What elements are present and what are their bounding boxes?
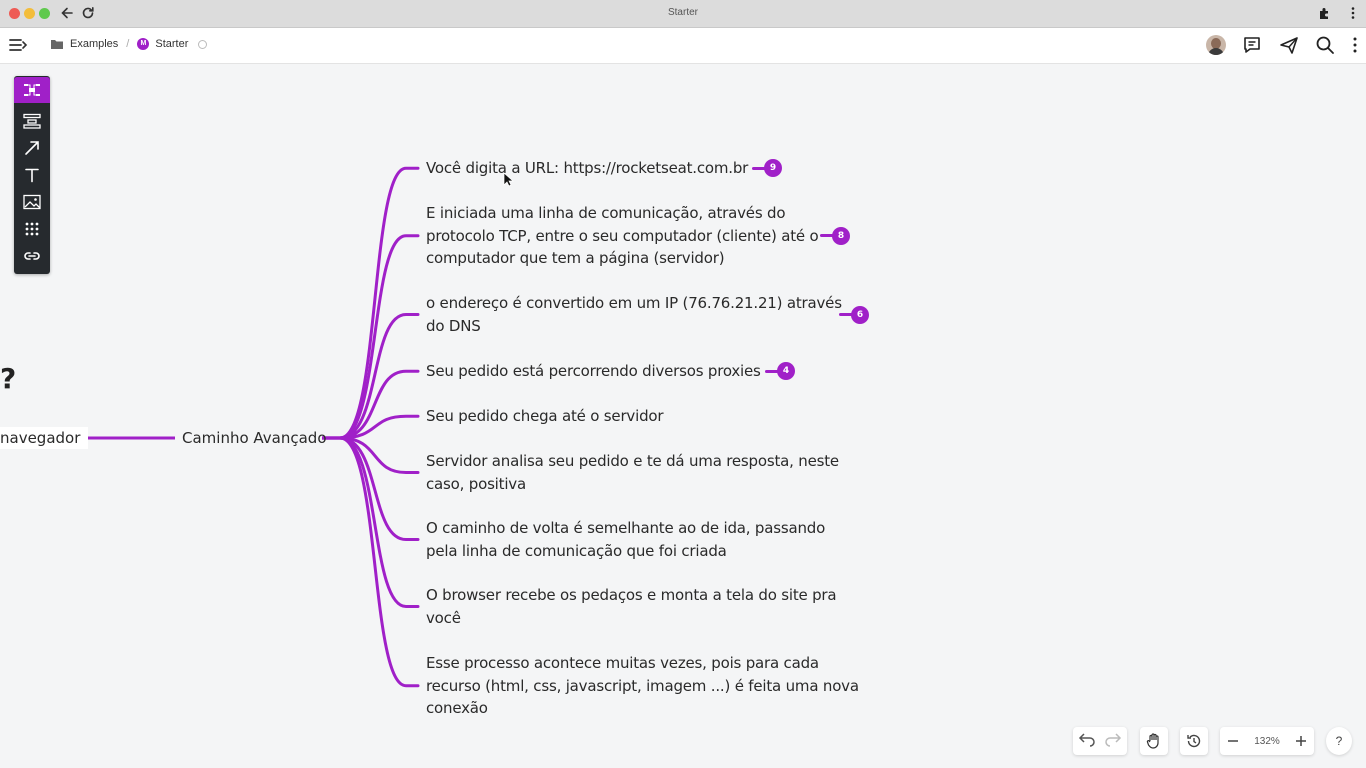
mindmap-connector xyxy=(338,436,420,608)
collapsed-count-badge[interactable]: 8 xyxy=(832,226,850,245)
center-node[interactable]: Caminho Avançado xyxy=(182,427,327,449)
left-node[interactable]: navegador xyxy=(0,427,89,449)
mindmap-child-node[interactable]: O browser recebe os pedaços e monta a te… xyxy=(426,584,837,629)
node-text-line: Seu pedido chega até o servidor xyxy=(426,407,664,425)
undo-icon[interactable] xyxy=(1076,731,1100,751)
node-text-line: do DNS xyxy=(426,316,481,335)
history-button[interactable] xyxy=(1180,727,1208,755)
node-text-line: O caminho de volta é semelhante ao de id… xyxy=(426,519,826,537)
mindmap-child-node[interactable]: O caminho de volta é semelhante ao de id… xyxy=(426,517,825,562)
node-text-line: caso, positiva xyxy=(426,474,526,493)
zoom-level[interactable]: 132% xyxy=(1254,736,1280,747)
zoom-in-icon[interactable] xyxy=(1294,734,1308,748)
node-text-line: recurso (html, css, javascript, imagem .… xyxy=(426,676,859,695)
node-text-line: Você digita a URL: https://rocketseat.co… xyxy=(426,159,749,177)
mindmap-child-node[interactable]: Seu pedido está percorrendo diversos pro… xyxy=(426,360,761,383)
zoom-controls: 132% xyxy=(1220,727,1314,755)
node-text-line: protocolo TCP, entre o seu computador (c… xyxy=(426,226,819,245)
mindmap-connector xyxy=(338,436,420,541)
mindmap-child-node[interactable]: Esse processo acontece muitas vezes, poi… xyxy=(426,652,859,720)
node-text-line: Esse processo acontece muitas vezes, poi… xyxy=(426,654,819,672)
mindmap-child-node[interactable]: E iniciada uma linha de comunicação, atr… xyxy=(426,202,819,270)
mindmap-child-node[interactable]: Você digita a URL: https://rocketseat.co… xyxy=(426,157,748,180)
node-text-line: Servidor analisa seu pedido e te dá uma … xyxy=(426,452,839,470)
mindmap-connector xyxy=(338,436,420,688)
node-text-line: E iniciada uma linha de comunicação, atr… xyxy=(426,204,786,222)
hand-icon xyxy=(1146,733,1159,749)
zoom-out-icon[interactable] xyxy=(1226,734,1240,748)
mindmap-connector xyxy=(338,313,420,440)
collapsed-count-badge[interactable]: 6 xyxy=(851,305,869,324)
question-mark-node: ? xyxy=(0,362,17,395)
node-text-line: pela linha de comunicação que foi criada xyxy=(426,541,727,560)
node-text-line: o endereço é convertido em um IP (76.76.… xyxy=(426,294,842,312)
node-text-line: conexão xyxy=(426,699,488,717)
mindmap-child-node[interactable]: Servidor analisa seu pedido e te dá uma … xyxy=(426,450,839,495)
mindmap-child-node[interactable]: o endereço é convertido em um IP (76.76.… xyxy=(426,292,842,337)
redo-icon[interactable] xyxy=(1100,731,1124,751)
pan-tool-button[interactable] xyxy=(1140,727,1168,755)
node-text-line: você xyxy=(426,608,461,627)
undo-redo-group xyxy=(1073,727,1127,755)
mindmap-child-node[interactable]: Seu pedido chega até o servidor xyxy=(426,405,664,428)
history-icon xyxy=(1187,734,1201,748)
node-text-line: Seu pedido está percorrendo diversos pro… xyxy=(426,362,761,380)
node-text-line: computador que tem a página (servidor) xyxy=(426,249,725,267)
node-text-line: O browser recebe os pedaços e monta a te… xyxy=(426,586,837,604)
help-button[interactable]: ? xyxy=(1326,727,1352,755)
